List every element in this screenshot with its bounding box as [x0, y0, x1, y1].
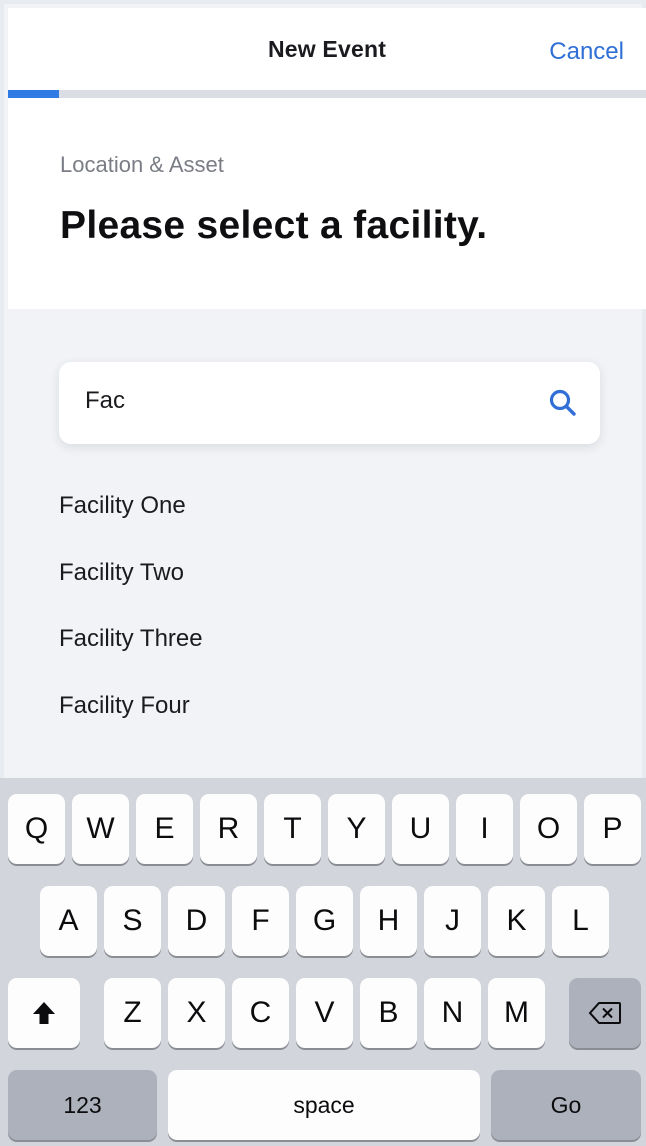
cancel-button[interactable]: Cancel [549, 38, 624, 66]
backspace-icon [588, 1002, 621, 1024]
key-b[interactable]: B [360, 978, 417, 1048]
key-l[interactable]: L [552, 886, 609, 956]
search-input[interactable]: Fac [85, 387, 125, 415]
key-n[interactable]: N [424, 978, 481, 1048]
key-u[interactable]: U [392, 794, 449, 864]
shift-arrow-icon [33, 1002, 55, 1024]
result-facility-three[interactable]: Facility Three [59, 625, 203, 653]
key-x[interactable]: X [168, 978, 225, 1048]
space-key[interactable]: space [168, 1070, 480, 1140]
key-s[interactable]: S [104, 886, 161, 956]
page-title: Please select a facility. [60, 204, 488, 247]
key-m[interactable]: M [488, 978, 545, 1048]
key-q[interactable]: Q [8, 794, 65, 864]
keyboard: Q W E R T Y U I O P A S D F G H J K L Z … [0, 778, 646, 1146]
key-a[interactable]: A [40, 886, 97, 956]
header: New Event Cancel Location & Asset Please… [8, 8, 646, 309]
key-j[interactable]: J [424, 886, 481, 956]
shift-key[interactable] [8, 978, 80, 1048]
progress-bar [8, 90, 646, 98]
key-g[interactable]: G [296, 886, 353, 956]
key-t[interactable]: T [264, 794, 321, 864]
search-icon[interactable] [548, 388, 578, 418]
key-r[interactable]: R [200, 794, 257, 864]
search-field[interactable]: Fac [59, 362, 600, 444]
key-i[interactable]: I [456, 794, 513, 864]
key-y[interactable]: Y [328, 794, 385, 864]
numbers-key[interactable]: 123 [8, 1070, 157, 1140]
key-k[interactable]: K [488, 886, 545, 956]
key-v[interactable]: V [296, 978, 353, 1048]
section-subtitle: Location & Asset [60, 152, 224, 177]
key-z[interactable]: Z [104, 978, 161, 1048]
key-d[interactable]: D [168, 886, 225, 956]
key-c[interactable]: C [232, 978, 289, 1048]
key-h[interactable]: H [360, 886, 417, 956]
key-w[interactable]: W [72, 794, 129, 864]
result-facility-four[interactable]: Facility Four [59, 692, 190, 720]
key-p[interactable]: P [584, 794, 641, 864]
progress-fill [8, 90, 60, 98]
key-e[interactable]: E [136, 794, 193, 864]
delete-key[interactable] [569, 978, 641, 1048]
key-o[interactable]: O [520, 794, 577, 864]
key-f[interactable]: F [232, 886, 289, 956]
result-facility-two[interactable]: Facility Two [59, 559, 184, 587]
result-facility-one[interactable]: Facility One [59, 492, 186, 520]
go-key[interactable]: Go [491, 1070, 641, 1140]
